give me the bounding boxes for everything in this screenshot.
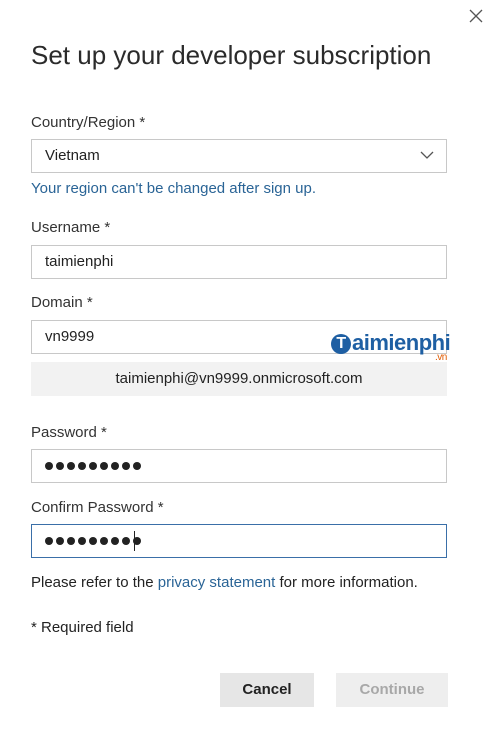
mask-dot — [111, 537, 119, 545]
mask-dot — [45, 537, 53, 545]
username-value: taimienphi — [45, 253, 114, 270]
username-label: Username * — [31, 219, 111, 236]
mask-dot — [122, 537, 130, 545]
confirm-password-label: Confirm Password * — [31, 499, 164, 516]
mask-dot — [56, 537, 64, 545]
mask-dot — [45, 462, 53, 470]
mask-dot — [122, 462, 130, 470]
chevron-down-icon — [420, 151, 434, 159]
region-note: Your region can't be changed after sign … — [31, 180, 317, 197]
watermark-suffix: .vn — [435, 352, 447, 363]
domain-label: Domain * — [31, 294, 93, 311]
mask-dot — [78, 462, 86, 470]
mask-dot — [67, 537, 75, 545]
watermark-logo: Taimienphi .vn — [331, 330, 451, 363]
dialog-title: Set up your developer subscription — [31, 40, 432, 70]
password-label: Password * — [31, 424, 107, 441]
mask-dot — [67, 462, 75, 470]
mask-dot — [100, 537, 108, 545]
confirm-password-mask — [45, 537, 141, 545]
password-field[interactable] — [31, 449, 447, 483]
watermark-initial: T — [331, 334, 351, 354]
privacy-suffix: for more information. — [275, 574, 418, 591]
mask-dot — [133, 462, 141, 470]
confirm-password-field[interactable] — [31, 524, 447, 558]
username-field[interactable]: taimienphi — [31, 245, 447, 279]
password-mask — [45, 462, 141, 470]
mask-dot — [56, 462, 64, 470]
mask-dot — [100, 462, 108, 470]
mask-dot — [111, 462, 119, 470]
country-label: Country/Region * — [31, 114, 146, 131]
domain-value: vn9999 — [45, 328, 95, 345]
mask-dot — [78, 537, 86, 545]
privacy-prefix: Please refer to the — [31, 574, 158, 591]
required-field-note: * Required field — [31, 619, 134, 636]
mask-dot — [89, 462, 97, 470]
country-value: Vietnam — [45, 147, 100, 164]
mask-dot — [89, 537, 97, 545]
privacy-text: Please refer to the privacy statement fo… — [31, 574, 418, 591]
continue-button[interactable]: Continue — [336, 673, 448, 707]
privacy-statement-link[interactable]: privacy statement — [158, 574, 276, 591]
text-caret — [134, 531, 135, 551]
close-button[interactable] — [466, 6, 486, 26]
email-preview: taimienphi@vn9999.onmicrosoft.com — [31, 362, 447, 396]
close-icon — [469, 9, 483, 23]
country-select[interactable]: Vietnam — [31, 139, 447, 173]
cancel-button[interactable]: Cancel — [220, 673, 314, 707]
